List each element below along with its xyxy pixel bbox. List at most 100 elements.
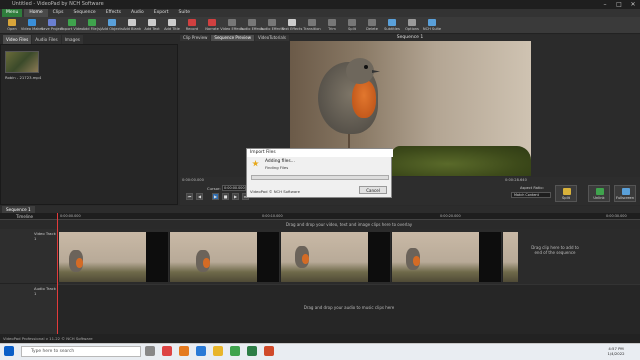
unlink-button[interactable]: Unlink: [588, 185, 610, 202]
clip-frame[interactable]: [169, 232, 257, 282]
menu-suite[interactable]: Suite: [174, 9, 196, 17]
toolbar-icon: [408, 19, 416, 26]
tab-video-tutorials[interactable]: VideoTutorials: [254, 35, 289, 41]
star-icon: [252, 160, 259, 167]
toolbar-button[interactable]: Trim: [322, 17, 342, 34]
toolbar-button[interactable]: Delete: [362, 17, 382, 34]
toolbar-icon: [88, 19, 96, 26]
toolbar-button[interactable]: Transition: [302, 17, 322, 34]
windows-start-icon[interactable]: [4, 346, 14, 356]
minimize-icon[interactable]: –: [598, 0, 612, 9]
play-icon[interactable]: ▶: [212, 193, 219, 200]
toolbar-button[interactable]: Narrate: [202, 17, 222, 34]
toolbar-label: Text Effects: [281, 27, 303, 31]
toolbar-button[interactable]: Add Blank: [122, 17, 142, 34]
aspect-ratio-select[interactable]: Match Content: [511, 192, 551, 198]
ruler-tick: 0:00:30.000: [606, 214, 627, 218]
audio-drop-zone[interactable]: Drag and drop your audio to music clips …: [58, 305, 640, 310]
toolbar-button[interactable]: Export Video: [61, 17, 84, 34]
toolbar-button[interactable]: Record: [182, 17, 202, 34]
toolbar-icon: [368, 19, 376, 26]
cursor-input[interactable]: 0:00:00.000: [222, 185, 246, 191]
timeline-ruler[interactable]: [0, 213, 640, 220]
toolbar-icon: [188, 19, 196, 26]
clock-date: 1/4/2022: [607, 351, 625, 356]
browser-icon[interactable]: [162, 346, 172, 356]
tab-sequence-preview[interactable]: Sequence Preview: [211, 35, 254, 41]
toolbar-label: NCH Suite: [422, 27, 442, 31]
app-icon[interactable]: [264, 346, 274, 356]
edge-icon[interactable]: [196, 346, 206, 356]
toolbar-button[interactable]: Audio Effects: [260, 17, 284, 34]
status-bar: VideoPad Professional v 11.22 © NCH Soft…: [0, 334, 640, 343]
tab-video-files[interactable]: Video Files: [3, 35, 32, 44]
toolbar-icon: [308, 19, 316, 26]
maximize-icon[interactable]: □: [612, 0, 626, 9]
tab-audio-files[interactable]: Audio Files: [32, 35, 61, 44]
toolbar-button[interactable]: Add Title: [162, 17, 182, 34]
split-button[interactable]: Split: [555, 185, 577, 202]
menu-audio[interactable]: Audio: [126, 9, 149, 17]
videopad-task-icon[interactable]: [230, 346, 240, 356]
menu-bar: Menu Home Clips Sequence Effects Audio E…: [0, 9, 640, 17]
menu-clips[interactable]: Clips: [48, 9, 69, 17]
toolbar-button[interactable]: Options: [402, 17, 422, 34]
clip-frame[interactable]: [58, 232, 146, 282]
toolbar-icon: [128, 19, 136, 26]
stop-icon[interactable]: ■: [222, 193, 229, 200]
clip-frame[interactable]: [502, 232, 518, 282]
toolbar-button[interactable]: Audio Effects: [240, 17, 264, 34]
fullscreen-button[interactable]: Fullscreen: [614, 185, 636, 202]
menu-effects[interactable]: Effects: [101, 9, 126, 17]
tab-images[interactable]: Images: [61, 35, 83, 44]
toolbar-button[interactable]: Open: [2, 17, 22, 34]
clip-thumbnail[interactable]: [5, 51, 39, 73]
step-back-icon[interactable]: ◀: [196, 193, 203, 200]
bird-breast-image: [352, 80, 376, 118]
toolbar-button[interactable]: Add Text: [142, 17, 162, 34]
menu-export[interactable]: Export: [149, 9, 174, 17]
timeline-label: Timeline: [16, 214, 34, 219]
task-view-icon[interactable]: [145, 346, 155, 356]
aspect-ratio-label: Aspect Ratio:: [520, 186, 544, 190]
firefox-icon[interactable]: [179, 346, 189, 356]
toolbar-label: Split: [348, 27, 356, 31]
toolbar-icon: [348, 19, 356, 26]
toolbar-button[interactable]: Video Effects: [220, 17, 244, 34]
import-files-dialog: Import Files Adding files... Finding Fil…: [246, 148, 393, 198]
toolbar-icon: [208, 19, 216, 26]
toolbar-icon: [68, 19, 76, 26]
toolbar-button[interactable]: Add File(s): [82, 17, 102, 34]
toolbar-button[interactable]: NCH Suite: [422, 17, 442, 34]
toolbar-button[interactable]: Subtitles: [382, 17, 402, 34]
clip-frame[interactable]: [391, 232, 479, 282]
skip-back-icon[interactable]: ⏮: [186, 193, 193, 200]
audio-track-header: Audio Track 1: [0, 284, 57, 334]
toolbar-label: Add Text: [144, 27, 160, 31]
toolbar-button[interactable]: Add Objects: [101, 17, 123, 34]
toolbar-icon: [248, 19, 256, 26]
file-explorer-icon[interactable]: [213, 346, 223, 356]
menu-home[interactable]: Home: [24, 9, 48, 17]
tab-clip-preview[interactable]: Clip Preview: [180, 35, 211, 41]
dialog-brand: VideoPad © NCH Software: [250, 189, 300, 194]
menu-sequence[interactable]: Sequence: [69, 9, 101, 17]
excel-icon[interactable]: [247, 346, 257, 356]
clip-frame[interactable]: [280, 232, 368, 282]
bird-head-image: [346, 58, 374, 84]
toolbar-label: Add Blank: [122, 27, 142, 31]
playhead[interactable]: [57, 213, 58, 334]
toolbar-button[interactable]: Video Maker: [21, 17, 43, 34]
tab-sequence-1[interactable]: Sequence 1: [2, 206, 35, 213]
toolbar-button[interactable]: Split: [342, 17, 362, 34]
toolbar-button[interactable]: Save Project: [41, 17, 63, 34]
step-forward-icon[interactable]: ▶: [232, 193, 239, 200]
moss-image: [392, 146, 531, 176]
toolbar-button[interactable]: Text Effects: [282, 17, 302, 34]
menu-button[interactable]: Menu: [2, 9, 23, 17]
taskbar-search-input[interactable]: Type here to search: [21, 346, 141, 357]
end-drop-zone[interactable]: Drag clip here to add to end of the sequ…: [528, 245, 582, 255]
video-overlay-drop-zone[interactable]: Drag and drop your video, text and image…: [58, 221, 640, 229]
close-icon[interactable]: ✕: [626, 0, 640, 9]
cancel-button[interactable]: Cancel: [359, 186, 387, 194]
